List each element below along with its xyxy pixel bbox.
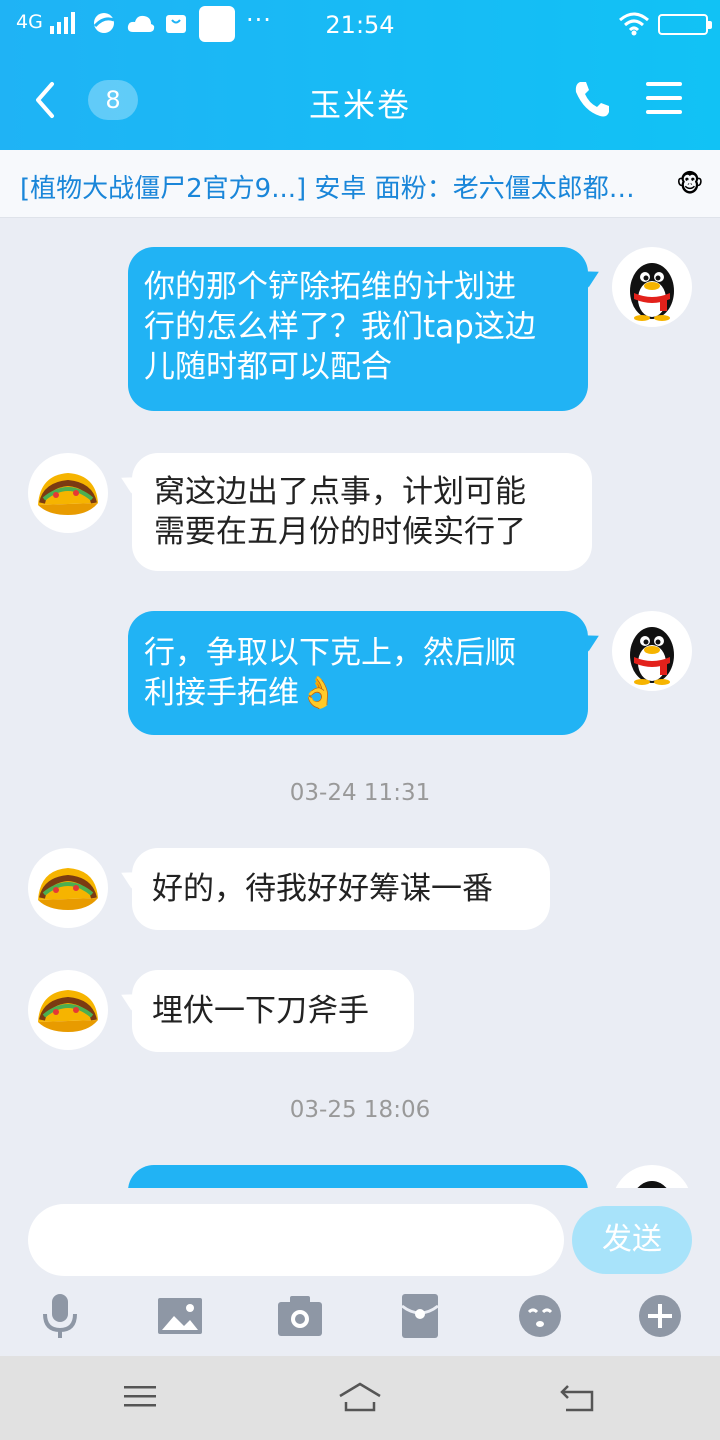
message-input[interactable] [28,1204,564,1276]
message-line: 儿随时都可以配合 [144,349,392,385]
timestamp: 03-25 18:06 [289,1097,431,1123]
emoji-icon[interactable] [516,1292,564,1340]
message-bubble-incoming[interactable]: 好的，待我好好筹谋一番 [132,848,550,930]
camera-icon[interactable] [276,1292,324,1340]
phone-icon[interactable] [572,78,612,120]
avatar-self[interactable] [612,611,692,691]
message-bubble-outgoing[interactable]: 行，争取以下克上，然后顺 利接手拓维👌 [128,611,588,735]
composer-bar: 发送 [0,1188,720,1356]
red-packet-icon[interactable] [396,1292,444,1340]
message-list[interactable]: 你的那个铲除拓维的计划进 行的怎么样了？我们tap这边 儿随时都可以配合 窝这边… [0,219,720,1188]
taco-icon [38,868,98,910]
timestamp: 03-24 11:31 [289,780,431,806]
message-bubble-incoming[interactable]: 窝这边出了点事，计划可能 需要在五月份的时候实行了 [132,453,592,571]
group-notice-bar[interactable]: [植物大战僵尸2官方9...] 安卓 面粉：老六僵太郎都… 🐵 [0,150,720,218]
avatar-self[interactable] [612,247,692,327]
page-title: 玉米卷 [308,86,411,124]
message-line: 利接手拓维👌 [144,675,338,711]
status-time: 21:54 [325,11,395,39]
avatar-contact[interactable] [28,970,108,1050]
message-line: 需要在五月份的时候实行了 [154,514,526,550]
avatar-contact[interactable] [28,848,108,928]
penguin-icon [630,627,674,685]
penguin-icon [630,263,674,321]
status-bar: 4G ··· 21:54 [0,0,720,50]
message-bubble-outgoing[interactable]: 你的那个铲除拓维的计划进 行的怎么样了？我们tap这边 儿随时都可以配合 [128,247,588,411]
avatar-contact[interactable] [28,453,108,533]
message-line: 行，争取以下克上，然后顺 [144,635,516,671]
image-icon[interactable] [156,1292,204,1340]
avatar-self[interactable] [612,1165,692,1188]
home-icon[interactable] [336,1378,384,1414]
taco-icon [38,473,98,515]
microphone-icon[interactable] [36,1292,84,1340]
system-navigation-bar [0,1356,720,1440]
message-line: 行的怎么样了？我们tap这边 [144,309,536,345]
message-line: 你的那个铲除拓维的计划进 [144,269,516,305]
wifi-icon [619,12,649,36]
top-bar: 4G ··· 21:54 8 玉米卷 [0,0,720,150]
monkey-emoji: 🐵 [676,170,704,198]
message-bubble-incoming[interactable]: 埋伏一下刀斧手 [132,970,414,1052]
message-line: 好的，待我好好筹谋一番 [152,871,493,907]
chat-header: 8 玉米卷 [0,50,720,150]
battery-icon [658,14,712,35]
taco-icon [38,990,98,1032]
message-line: 埋伏一下刀斧手 [152,993,369,1029]
plus-icon[interactable] [636,1292,684,1340]
penguin-icon [637,1181,667,1188]
message-line: 窝这边出了点事，计划可能 [154,474,526,510]
back-icon[interactable] [558,1378,598,1414]
recent-apps-icon[interactable] [120,1378,160,1414]
group-notice-text: [植物大战僵尸2官方9...] 安卓 面粉：老六僵太郎都… [20,174,635,204]
send-button[interactable]: 发送 [572,1206,692,1274]
menu-icon[interactable] [644,80,684,116]
message-bubble-outgoing[interactable] [128,1165,588,1188]
